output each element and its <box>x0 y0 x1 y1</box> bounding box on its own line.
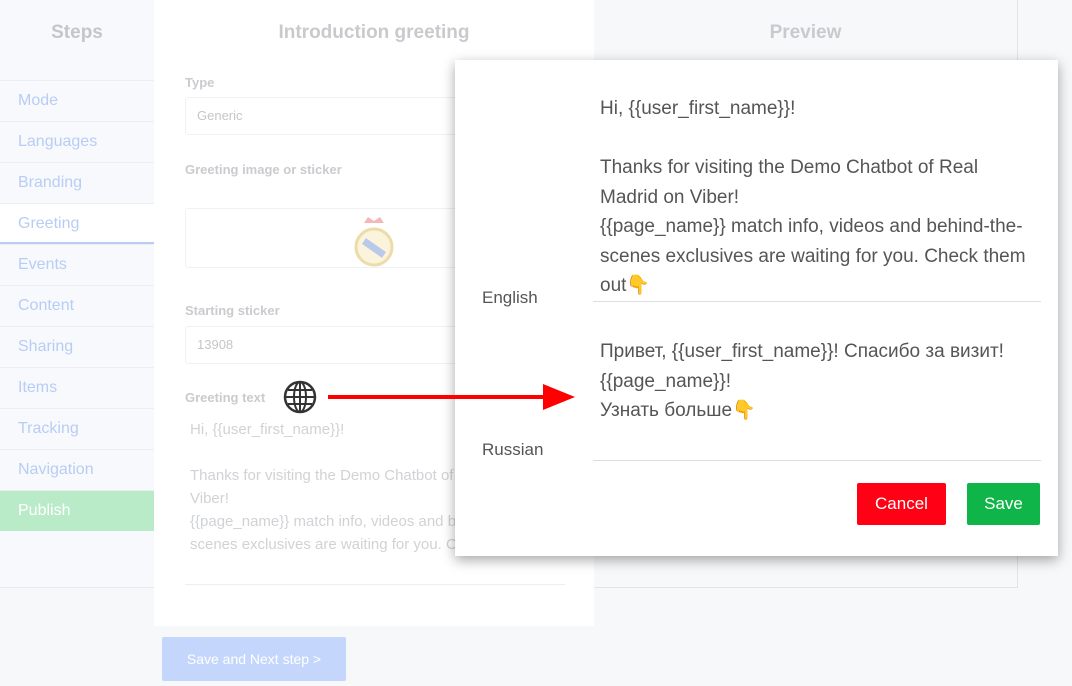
image-label: Greeting image or sticker <box>185 162 342 177</box>
english-label: English <box>482 288 538 307</box>
cancel-button[interactable]: Cancel <box>857 483 946 525</box>
sidebar-item-navigation[interactable]: Navigation <box>0 449 154 490</box>
english-textarea[interactable]: Hi, {{user_first_name}}! Thanks for visi… <box>593 94 1041 302</box>
page-title: Introduction greeting <box>278 22 470 43</box>
sidebar-item-greeting[interactable]: Greeting <box>0 203 154 244</box>
steps-sidebar: Steps Mode Languages Branding Greeting E… <box>0 0 154 588</box>
greeting-text-label: Greeting text <box>185 390 266 405</box>
club-crest-icon <box>354 217 394 267</box>
sidebar-item-content[interactable]: Content <box>0 285 154 326</box>
russian-textarea[interactable]: Привет, {{user_first_name}}! Спасибо за … <box>593 337 1041 461</box>
sidebar-item-events[interactable]: Events <box>0 244 154 285</box>
type-label: Type <box>185 75 215 90</box>
sidebar-item-mode[interactable]: Mode <box>0 80 154 121</box>
sidebar-item-items[interactable]: Items <box>0 367 154 408</box>
sidebar-item-sharing[interactable]: Sharing <box>0 326 154 367</box>
divider <box>185 584 565 585</box>
preview-title: Preview <box>769 22 842 43</box>
translation-modal: Hi, {{user_first_name}}! Thanks for visi… <box>455 60 1058 556</box>
save-button[interactable]: Save <box>967 483 1040 525</box>
sidebar-item-tracking[interactable]: Tracking <box>0 408 154 449</box>
sidebar-item-languages[interactable]: Languages <box>0 121 154 162</box>
red-arrow-annotation <box>328 384 575 410</box>
sidebar-title: Steps <box>51 22 103 43</box>
globe-icon[interactable] <box>283 380 317 414</box>
russian-label: Russian <box>482 440 544 459</box>
sticker-label: Starting sticker <box>185 303 280 318</box>
sidebar-item-branding[interactable]: Branding <box>0 162 154 203</box>
save-next-button[interactable]: Save and Next step > <box>162 637 346 681</box>
sidebar-item-publish[interactable]: Publish <box>0 490 154 531</box>
